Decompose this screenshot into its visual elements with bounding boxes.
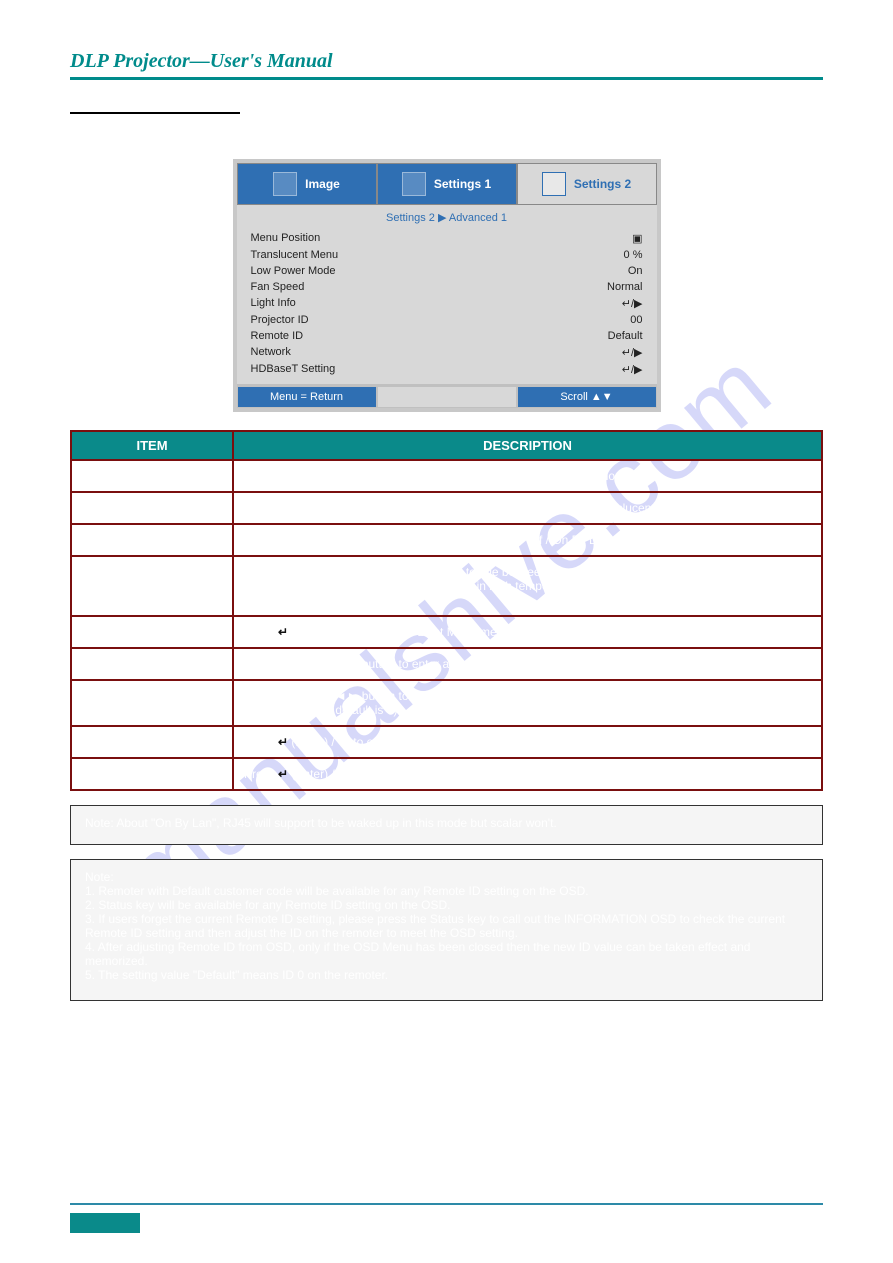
- osd-row-value: On: [628, 265, 643, 277]
- breadcrumb-b: Advanced 1: [449, 212, 507, 224]
- table-head-desc: DESCRIPTION: [233, 431, 822, 460]
- table-desc: Press ↵ (Enter) / ► to enter the HDBaseT…: [233, 758, 822, 790]
- table-item: Projector ID: [71, 648, 233, 680]
- table-desc: Press the cursor ◄► button to enter and …: [233, 524, 822, 556]
- osd-row-value: ↵/▶: [622, 297, 643, 310]
- table-desc-text: Press: [244, 735, 278, 749]
- osd-footer-return[interactable]: Menu = Return: [237, 386, 377, 408]
- osd-row[interactable]: Network ↵/▶: [251, 344, 643, 361]
- osd-row[interactable]: Fan Speed Normal: [251, 279, 643, 295]
- osd-row-label: Fan Speed: [251, 281, 305, 293]
- table-desc: Press the cursor ◄► button to enter and …: [233, 648, 822, 680]
- osd-row-label: Menu Position: [251, 232, 321, 245]
- osd-footer-scroll[interactable]: Scroll ▲▼: [517, 386, 657, 408]
- breadcrumb-a: Settings 2: [386, 212, 435, 224]
- osd-footer: Menu = Return Scroll ▲▼: [237, 384, 657, 408]
- intro-text: [70, 128, 823, 145]
- note-box-2: Note: 1. Remoter with Default customer c…: [70, 859, 823, 1001]
- table-item: Network: [71, 726, 233, 758]
- osd-row[interactable]: Menu Position ▣: [251, 230, 643, 247]
- page-number-badge: [70, 1213, 140, 1233]
- osd-row-label: Light Info: [251, 297, 296, 310]
- header-rule: [70, 77, 823, 80]
- table-row: Remote IDPress the cursor ◄► button to e…: [71, 680, 822, 726]
- table-item: Menu Position: [71, 460, 233, 492]
- table-head-item: ITEM: [71, 431, 233, 460]
- osd-row-value: 0 %: [624, 249, 643, 261]
- osd-tab-settings1[interactable]: Settings 1: [377, 163, 517, 205]
- table-row: Translucent MenuPress the cursor ◄► butt…: [71, 492, 822, 524]
- section-title-underline: [70, 98, 240, 114]
- osd-tab-label: Settings 1: [434, 177, 491, 191]
- table-desc-text: Press: [244, 767, 278, 781]
- enter-icon: ↵: [278, 735, 288, 749]
- osd-footer-spacer: [377, 386, 517, 408]
- table-item: Fan Speed: [71, 556, 233, 616]
- osd-row[interactable]: Translucent Menu 0 %: [251, 247, 643, 263]
- table-desc: Press ↵ (Enter) / ► to enter the Light M…: [233, 616, 822, 648]
- gear-icon: [402, 172, 426, 196]
- osd-row-value: ↵/▶: [622, 363, 643, 376]
- feature-table: ITEM DESCRIPTION Menu PositionPress the …: [70, 430, 823, 791]
- table-row: Menu PositionPress the cursor ◄► button …: [71, 460, 822, 492]
- enter-icon: ↵: [278, 625, 288, 639]
- osd-tab-settings2[interactable]: Settings 2: [517, 163, 657, 205]
- osd-row-value: ↵/▶: [622, 346, 643, 359]
- table-desc-text: (Enter) / ► to enter the Light Mode menu…: [288, 625, 513, 639]
- table-desc-text: Press: [244, 625, 278, 639]
- table-desc: Press the cursor ◄► button to enter and …: [233, 460, 822, 492]
- image-icon: [273, 172, 297, 196]
- table-item: Remote ID: [71, 680, 233, 726]
- osd-body: Menu Position ▣ Translucent Menu 0 % Low P…: [237, 228, 657, 384]
- table-row: Low Power ModePress the cursor ◄► button…: [71, 524, 822, 556]
- tools-icon: [542, 172, 566, 196]
- table-desc-text: (Enter) / ► to enter the HDBaseT Control…: [288, 767, 548, 781]
- osd-row-value: Normal: [607, 281, 642, 293]
- table-row: Light Info.Press ↵ (Enter) / ► to enter …: [71, 616, 822, 648]
- table-item: Light Info.: [71, 616, 233, 648]
- enter-icon: ↵: [278, 767, 288, 781]
- osd-screenshot: Image Settings 1 Settings 2 Settings 2 ▶…: [233, 159, 661, 412]
- osd-row[interactable]: Projector ID 00: [251, 312, 643, 328]
- table-item: Translucent Menu: [71, 492, 233, 524]
- osd-row-label: Network: [251, 346, 291, 359]
- osd-row[interactable]: Low Power Mode On: [251, 263, 643, 279]
- table-desc: Press the cursor ◄► button to enter and …: [233, 492, 822, 524]
- osd-row-label: HDBaseT Setting: [251, 363, 336, 376]
- osd-row-value: Default: [608, 330, 643, 342]
- osd-tab-label: Settings 2: [574, 177, 631, 191]
- table-desc-text: (Enter) / ► to enter the Network menu.: [288, 735, 498, 749]
- osd-tab-label: Image: [305, 177, 340, 191]
- page-header-title: DLP Projector—User's Manual: [70, 50, 823, 77]
- table-desc: Press ↵ (Enter) / ► to enter the Network…: [233, 726, 822, 758]
- table-desc: Press the cursor ◄► button to enter and …: [233, 680, 822, 726]
- table-item: HDBaseT Setting: [71, 758, 233, 790]
- osd-row[interactable]: Light Info ↵/▶: [251, 295, 643, 312]
- osd-row-label: Low Power Mode: [251, 265, 336, 277]
- osd-tab-image[interactable]: Image: [237, 163, 377, 205]
- osd-row[interactable]: HDBaseT Setting ↵/▶: [251, 361, 643, 378]
- osd-breadcrumb: Settings 2 ▶ Advanced 1: [237, 205, 657, 228]
- table-row: Projector IDPress the cursor ◄► button t…: [71, 648, 822, 680]
- table-row: Fan SpeedPress the cursor ◄► button to e…: [71, 556, 822, 616]
- chevron-right-icon: ▶: [438, 212, 446, 224]
- table-row: NetworkPress ↵ (Enter) / ► to enter the …: [71, 726, 822, 758]
- table-row: HDBaseT SettingPress ↵ (Enter) / ► to en…: [71, 758, 822, 790]
- osd-row-value: 00: [630, 314, 642, 326]
- osd-tabs: Image Settings 1 Settings 2: [237, 163, 657, 205]
- osd-row-label: Projector ID: [251, 314, 309, 326]
- footer-rule: [70, 1203, 823, 1205]
- table-desc: Press the cursor ◄► button to enter and …: [233, 556, 822, 616]
- osd-row[interactable]: Remote ID Default: [251, 328, 643, 344]
- note-box-1: Note: About "On By Lan", RJ45 will suppo…: [70, 805, 823, 845]
- table-item: Low Power Mode: [71, 524, 233, 556]
- osd-row-label: Remote ID: [251, 330, 304, 342]
- osd-row-value: ▣: [632, 232, 642, 245]
- osd-row-label: Translucent Menu: [251, 249, 339, 261]
